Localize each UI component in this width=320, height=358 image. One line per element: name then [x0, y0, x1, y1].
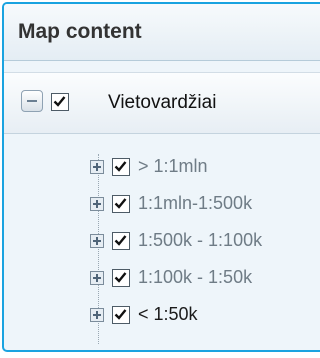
layer-label: 1:1mln-1:500k	[138, 193, 253, 213]
map-content-panel: Map content Vietovardžiai > 1:1mln 1:1ml…	[2, 2, 320, 352]
layer-checkbox[interactable]	[112, 158, 130, 176]
checkmark-icon	[114, 235, 127, 246]
layer-checkbox[interactable]	[112, 195, 130, 213]
group-checkbox[interactable]	[51, 93, 69, 111]
checkmark-icon	[53, 96, 66, 107]
expand-icon[interactable]	[90, 160, 104, 174]
panel-header: Map content	[4, 4, 320, 61]
collapse-icon[interactable]	[21, 90, 43, 112]
layer-row[interactable]: 1:1mln-1:500k	[4, 189, 320, 221]
group-label: Vietovardžiai	[108, 92, 217, 113]
panel-title: Map content	[18, 20, 142, 43]
layer-row[interactable]: 1:100k - 1:50k	[4, 263, 320, 295]
expand-icon[interactable]	[90, 271, 104, 285]
expand-icon[interactable]	[90, 234, 104, 248]
layer-row[interactable]: 1:500k - 1:100k	[4, 226, 320, 258]
layer-group-row[interactable]: Vietovardžiai	[4, 72, 320, 134]
expand-icon[interactable]	[90, 308, 104, 322]
layer-label: 1:500k - 1:100k	[138, 230, 263, 250]
layer-row[interactable]: > 1:1mln	[4, 152, 320, 184]
layer-checkbox[interactable]	[112, 306, 130, 324]
checkmark-icon	[114, 198, 127, 209]
layer-label: < 1:50k	[138, 304, 198, 324]
layer-checkbox[interactable]	[112, 269, 130, 287]
layer-checkbox[interactable]	[112, 232, 130, 250]
layer-row[interactable]: < 1:50k	[4, 300, 320, 332]
layer-label: > 1:1mln	[138, 156, 208, 176]
expand-icon[interactable]	[90, 197, 104, 211]
checkmark-icon	[114, 309, 127, 320]
checkmark-icon	[114, 272, 127, 283]
checkmark-icon	[114, 161, 127, 172]
layer-label: 1:100k - 1:50k	[138, 267, 253, 287]
